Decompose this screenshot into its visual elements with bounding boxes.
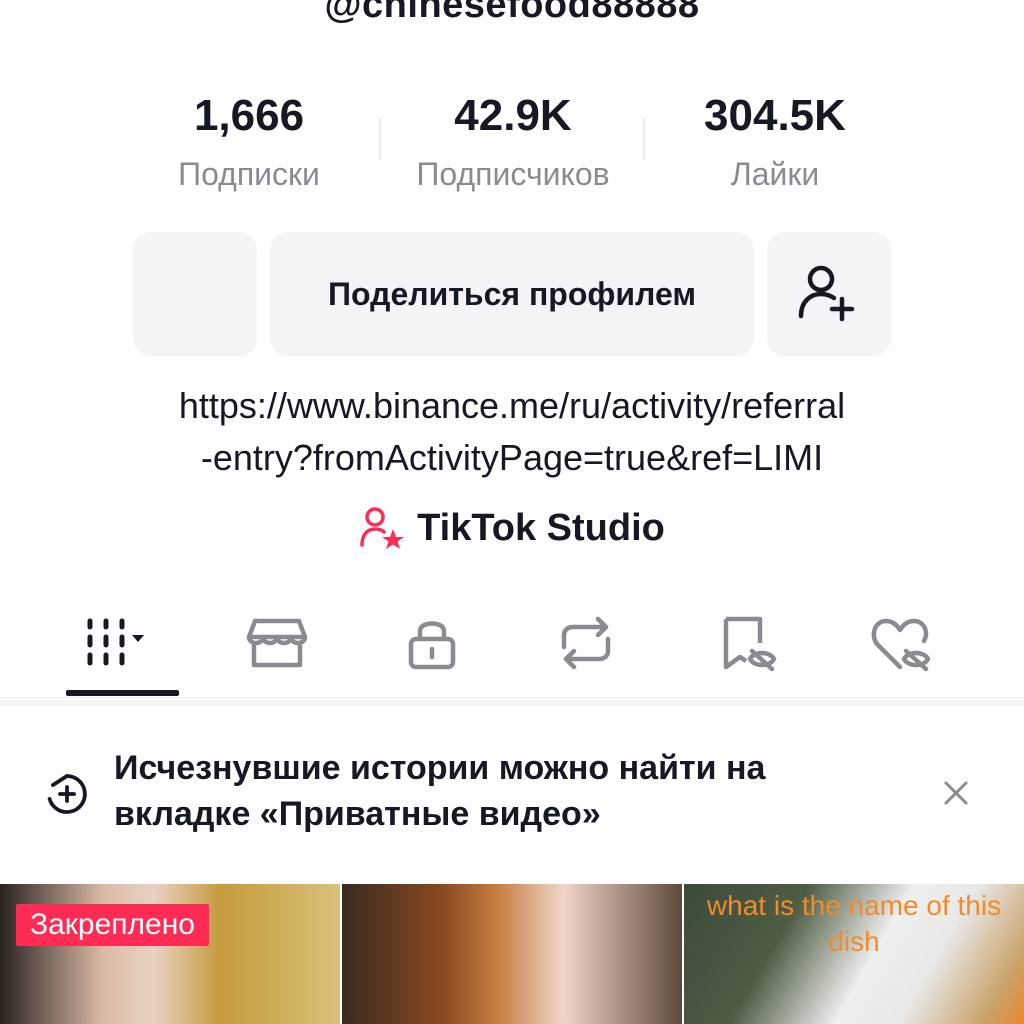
profile-username: @chinesefood88888 xyxy=(324,0,700,26)
bio-line: https://www.binance.me/ru/activity/refer… xyxy=(178,385,846,426)
stat-following-value: 1,666 xyxy=(193,91,305,140)
close-icon xyxy=(944,781,968,805)
notice-line: Исчезнувшие истории можно найти на xyxy=(114,749,766,787)
add-friend-button[interactable] xyxy=(767,232,891,356)
profile-bio[interactable]: https://www.binance.me/ru/activity/refer… xyxy=(60,380,964,484)
video-grid: Закреплено what is the name of this dish xyxy=(0,884,1024,1024)
tab-videos[interactable] xyxy=(58,598,188,688)
share-profile-button[interactable]: Поделиться профилем xyxy=(270,232,754,356)
tab-private[interactable] xyxy=(367,598,497,688)
notice-line: вкладке «Приватные видео» xyxy=(114,795,601,833)
shop-icon xyxy=(246,618,308,668)
profile-stats: 1,666 Подписки 42.9K Подписчиков 304.5K … xyxy=(0,88,1024,208)
lock-icon xyxy=(408,621,456,670)
profile-tabs xyxy=(0,598,1024,698)
stat-followers[interactable]: 42.9K Подписчиков xyxy=(393,88,633,200)
tab-favorites[interactable] xyxy=(683,598,813,688)
repost-icon xyxy=(561,616,611,670)
liked-hidden-icon xyxy=(871,618,931,672)
stat-likes-value: 304.5K xyxy=(704,91,846,140)
story-add-icon xyxy=(47,774,87,814)
favorites-hidden-icon xyxy=(723,616,777,672)
video-thumbnail[interactable]: what is the name of this dish xyxy=(684,884,1024,1024)
active-tab-indicator xyxy=(66,690,179,696)
tabs-divider xyxy=(0,697,1024,698)
person-plus-icon xyxy=(798,265,855,322)
section-separator xyxy=(0,700,1024,706)
stat-likes-label: Лайки xyxy=(730,156,820,192)
edit-profile-button[interactable] xyxy=(133,232,257,356)
stat-likes[interactable]: 304.5K Лайки xyxy=(655,88,895,200)
stat-followers-label: Подписчиков xyxy=(416,156,610,192)
video-overlay-text: what is the name of this dish xyxy=(706,890,1002,957)
private-videos-notice: Исчезнувшие истории можно найти на вклад… xyxy=(0,735,1024,855)
pinned-badge: Закреплено xyxy=(16,904,209,946)
tab-liked[interactable] xyxy=(837,598,967,688)
stat-followers-value: 42.9K xyxy=(454,91,572,140)
stat-divider xyxy=(379,118,381,160)
notice-close-button[interactable] xyxy=(936,773,976,813)
notice-text: Исчезнувшие истории можно найти на вклад… xyxy=(114,745,874,837)
bio-line: -entry?fromActivityPage=true&ref=LIMI xyxy=(200,437,824,478)
tiktok-studio-link[interactable]: TikTok Studio xyxy=(0,505,1024,551)
tab-shop[interactable] xyxy=(212,598,342,688)
creator-star-icon xyxy=(360,507,405,549)
stat-following[interactable]: 1,666 Подписки xyxy=(129,88,369,200)
studio-label: TikTok Studio xyxy=(417,506,665,549)
video-thumbnail[interactable]: Закреплено xyxy=(0,884,340,1024)
tab-reposts[interactable] xyxy=(521,598,651,688)
videos-grid-dropdown-icon xyxy=(87,618,144,666)
video-thumbnail[interactable] xyxy=(342,884,682,1024)
stat-following-label: Подписки xyxy=(178,156,320,192)
stat-divider xyxy=(643,118,645,160)
